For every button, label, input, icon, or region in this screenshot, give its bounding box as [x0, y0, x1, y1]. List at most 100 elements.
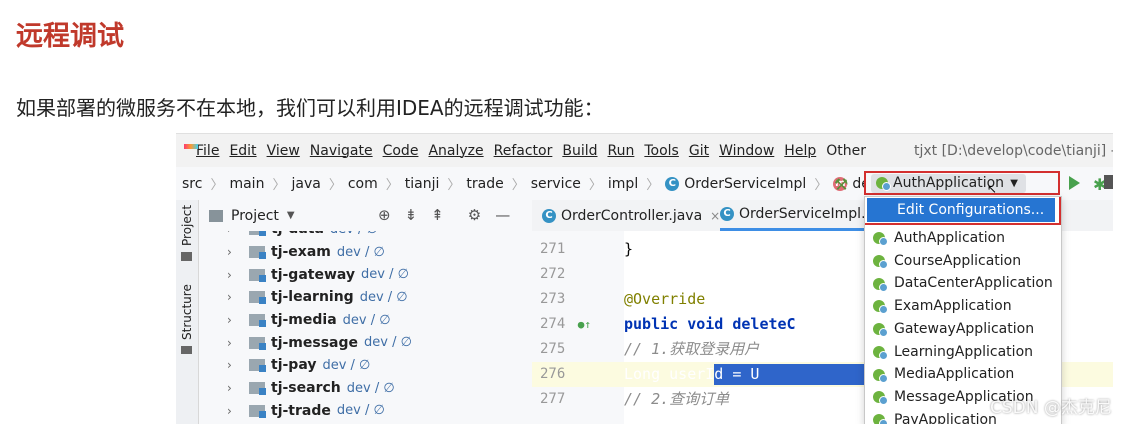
intro-paragraph: 如果部署的微服务不在本地，我们可以利用IDEA的远程调试功能：: [16, 96, 604, 120]
project-panel-header: Project ▼ ⊕ ⇟ ⇞ ⚙ —: [199, 200, 532, 231]
menu-analyze[interactable]: Analyze: [428, 143, 483, 159]
menu-run[interactable]: Run: [608, 143, 635, 159]
chevron-right-icon[interactable]: ›: [227, 313, 237, 327]
code-line-annotation: @Override: [624, 290, 706, 308]
project-tree-item[interactable]: › tj-gateway dev / ∅: [199, 263, 532, 286]
module-branch: dev / ∅: [342, 312, 391, 328]
menu-edit[interactable]: Edit: [229, 143, 256, 159]
expand-all-icon[interactable]: ⇟: [405, 206, 418, 224]
line-number: 272: [540, 266, 566, 282]
project-tree-item[interactable]: › tj-exam dev / ∅: [199, 241, 532, 264]
crumb-src[interactable]: src: [182, 176, 202, 192]
spring-boot-icon: [873, 300, 888, 315]
spring-boot-icon: [873, 345, 888, 360]
menu-file[interactable]: File: [196, 143, 219, 159]
side-tab-project[interactable]: Project: [180, 205, 194, 246]
run-configuration-option[interactable]: ExamApplication: [873, 295, 1012, 318]
project-tree-item[interactable]: › tj-learning dev / ∅: [199, 286, 532, 309]
side-tab-structure[interactable]: Structure: [180, 284, 194, 340]
line-number: 275: [540, 341, 566, 357]
project-tree-item[interactable]: › tj-pay dev / ∅: [199, 354, 532, 377]
crumb-class[interactable]: OrderServiceImpl: [684, 176, 806, 192]
watermark: CSDN @杰克尼: [990, 398, 1112, 418]
collapse-all-icon[interactable]: ⇞: [431, 206, 444, 224]
locate-icon[interactable]: ⊕: [378, 206, 391, 224]
line-number: 277: [540, 391, 566, 407]
module-icon: [249, 268, 266, 282]
chevron-right-icon[interactable]: ›: [227, 290, 237, 304]
menu-other[interactable]: Other: [826, 143, 866, 159]
spring-boot-icon: [873, 391, 888, 406]
module-name: tj-pay: [271, 357, 317, 374]
run-configuration-option[interactable]: LearningApplication: [873, 341, 1033, 364]
code-line-comment: // 2.查询订单: [624, 390, 730, 408]
tab-order-controller[interactable]: C OrderController.java ×: [542, 200, 720, 231]
menu-refactor[interactable]: Refactor: [494, 143, 553, 159]
run-configuration-option-label: AuthApplication: [894, 230, 1006, 246]
module-branch: dev / ∅: [364, 335, 412, 351]
module-name: tj-search: [271, 380, 341, 397]
spring-boot-icon: [876, 177, 891, 191]
crumb-main[interactable]: main: [229, 176, 264, 192]
menu-git[interactable]: Git: [689, 143, 709, 159]
run-configuration-dropdown[interactable]: AuthApplication ▼ ↖: [871, 174, 1026, 196]
chevron-down-icon[interactable]: ▼: [287, 210, 295, 221]
module-icon: [249, 382, 266, 396]
project-tree-item[interactable]: › tj-trade dev / ∅: [199, 400, 532, 423]
run-configuration-option[interactable]: DataCenterApplication: [873, 272, 1053, 295]
line-number: 271: [540, 241, 566, 257]
code-line-method-signature: public void deleteC: [624, 315, 796, 333]
chevron-down-icon: ▼: [1010, 178, 1018, 189]
chevron-right-icon[interactable]: ›: [227, 404, 237, 418]
project-tree-item[interactable]: › tj-search dev / ∅: [199, 377, 532, 400]
project-tree-item[interactable]: › tj-media dev / ∅: [199, 309, 532, 332]
folder-icon: [181, 252, 192, 261]
chevron-right-icon[interactable]: ›: [227, 245, 237, 259]
menu-navigate[interactable]: Navigate: [310, 143, 373, 159]
structure-icon: [181, 346, 192, 354]
crumb-tianji[interactable]: tianji: [405, 176, 440, 192]
module-name: tj-learning: [271, 289, 354, 306]
crumb-trade[interactable]: trade: [466, 176, 503, 192]
run-configuration-option[interactable]: AuthApplication: [873, 227, 1005, 250]
menu-help[interactable]: Help: [784, 143, 816, 159]
page-heading: 远程调试: [16, 21, 124, 52]
crumb-java[interactable]: java: [291, 176, 320, 192]
hammer-icon[interactable]: ⚒: [834, 175, 848, 194]
close-icon[interactable]: ×: [710, 209, 720, 223]
minimize-icon[interactable]: —: [495, 206, 510, 224]
line-number: 273: [540, 291, 566, 307]
module-branch: dev / ∅: [322, 357, 371, 373]
run-configuration-option-label: LearningApplication: [894, 343, 1034, 360]
run-configuration-option[interactable]: CourseApplication: [873, 250, 1021, 273]
menu-tools[interactable]: Tools: [644, 143, 679, 159]
coverage-icon[interactable]: [1104, 175, 1113, 189]
module-name: tj-exam: [271, 244, 331, 261]
crumb-service[interactable]: service: [531, 176, 581, 192]
menu-window[interactable]: Window: [719, 143, 774, 159]
project-panel-title[interactable]: Project: [231, 208, 279, 224]
run-configuration-option[interactable]: PayApplication: [873, 409, 997, 424]
gear-icon[interactable]: ⚙: [468, 206, 481, 224]
chevron-right-icon[interactable]: ›: [227, 381, 237, 395]
code-line-comment: // 1.获取登录用户: [624, 340, 760, 358]
crumb-com[interactable]: com: [348, 176, 378, 192]
project-tree: ›tj-datadev / ∅›tj-examdev / ∅›tj-gatewa…: [199, 218, 532, 422]
menu-build[interactable]: Build: [562, 143, 597, 159]
chevron-right-icon[interactable]: ›: [227, 268, 237, 282]
module-branch: dev / ∅: [359, 289, 408, 305]
run-icon[interactable]: [1069, 176, 1080, 190]
chevron-right-icon[interactable]: ›: [227, 358, 237, 372]
run-configuration-option-label: DataCenterApplication: [894, 275, 1053, 292]
run-configuration-option[interactable]: GatewayApplication: [873, 318, 1034, 341]
crumb-impl[interactable]: impl: [608, 176, 638, 192]
line-number-gutter: 271 272 273 274 ●↑ 275 276 277: [532, 231, 624, 424]
menu-code[interactable]: Code: [383, 143, 419, 159]
chevron-right-icon[interactable]: ›: [227, 336, 237, 350]
module-icon: [249, 291, 266, 305]
project-tree-item[interactable]: › tj-message dev / ∅: [199, 331, 532, 354]
implementation-marker-icon[interactable]: ●↑: [578, 318, 591, 331]
menu-view[interactable]: View: [267, 143, 300, 159]
run-configuration-option[interactable]: MediaApplication: [873, 363, 1014, 386]
tab-label: OrderController.java: [561, 207, 703, 224]
